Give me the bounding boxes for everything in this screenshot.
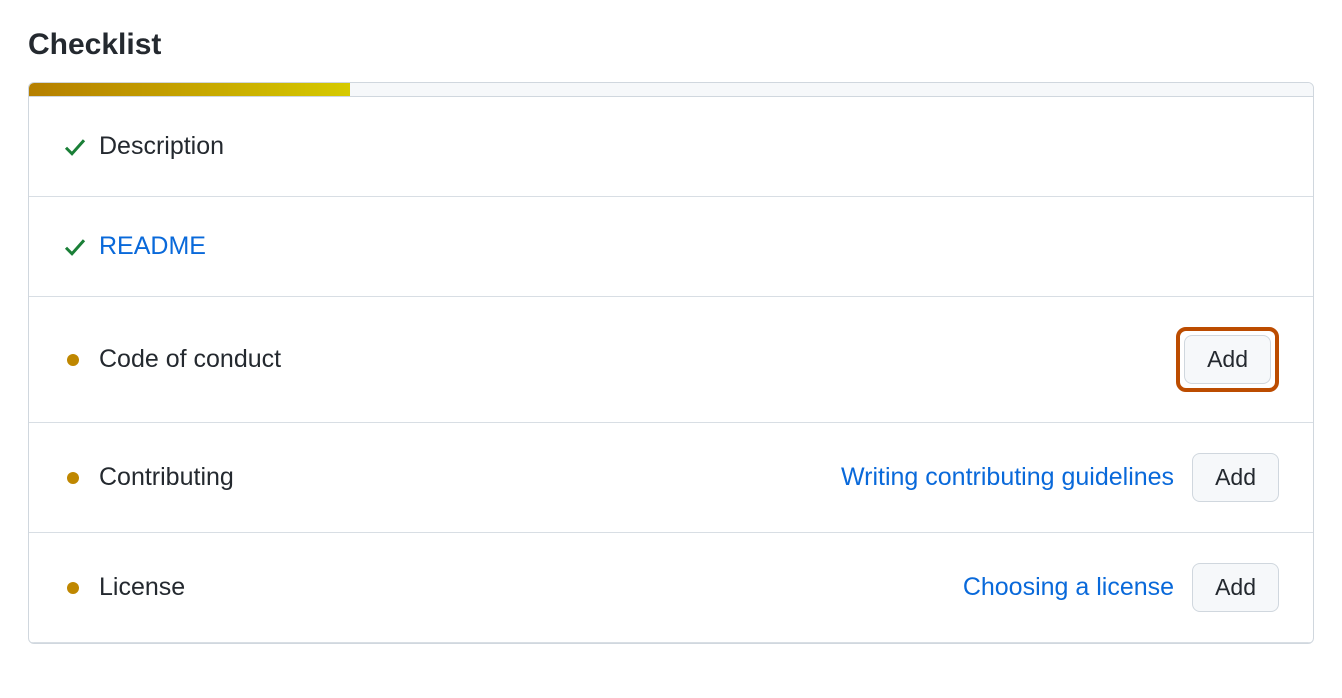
add-button[interactable]: Add	[1192, 453, 1279, 502]
help-link[interactable]: Writing contributing guidelines	[841, 463, 1174, 492]
row-label: Contributing	[99, 463, 234, 492]
check-icon	[63, 235, 99, 259]
checklist-row-description: Description	[29, 97, 1313, 197]
progress-fill	[29, 83, 350, 96]
row-label-link[interactable]: README	[99, 232, 206, 261]
highlight-outline: Add	[1176, 327, 1279, 392]
add-button[interactable]: Add	[1184, 335, 1271, 384]
checklist-row-contributing: Contributing Writing contributing guidel…	[29, 423, 1313, 533]
dot-icon	[63, 354, 99, 366]
check-icon	[63, 135, 99, 159]
row-label: License	[99, 573, 185, 602]
dot-icon	[63, 472, 99, 484]
checklist-row-license: License Choosing a license Add	[29, 533, 1313, 643]
checklist-panel: Description README Code of conduct Add C…	[28, 82, 1314, 644]
dot-icon	[63, 582, 99, 594]
row-label: Description	[99, 132, 224, 161]
help-link[interactable]: Choosing a license	[963, 573, 1174, 602]
progress-bar	[29, 83, 1313, 97]
checklist-row-readme: README	[29, 197, 1313, 297]
row-label: Code of conduct	[99, 345, 281, 374]
checklist-row-code-of-conduct: Code of conduct Add	[29, 297, 1313, 423]
add-button[interactable]: Add	[1192, 563, 1279, 612]
page-title: Checklist	[28, 28, 1314, 62]
